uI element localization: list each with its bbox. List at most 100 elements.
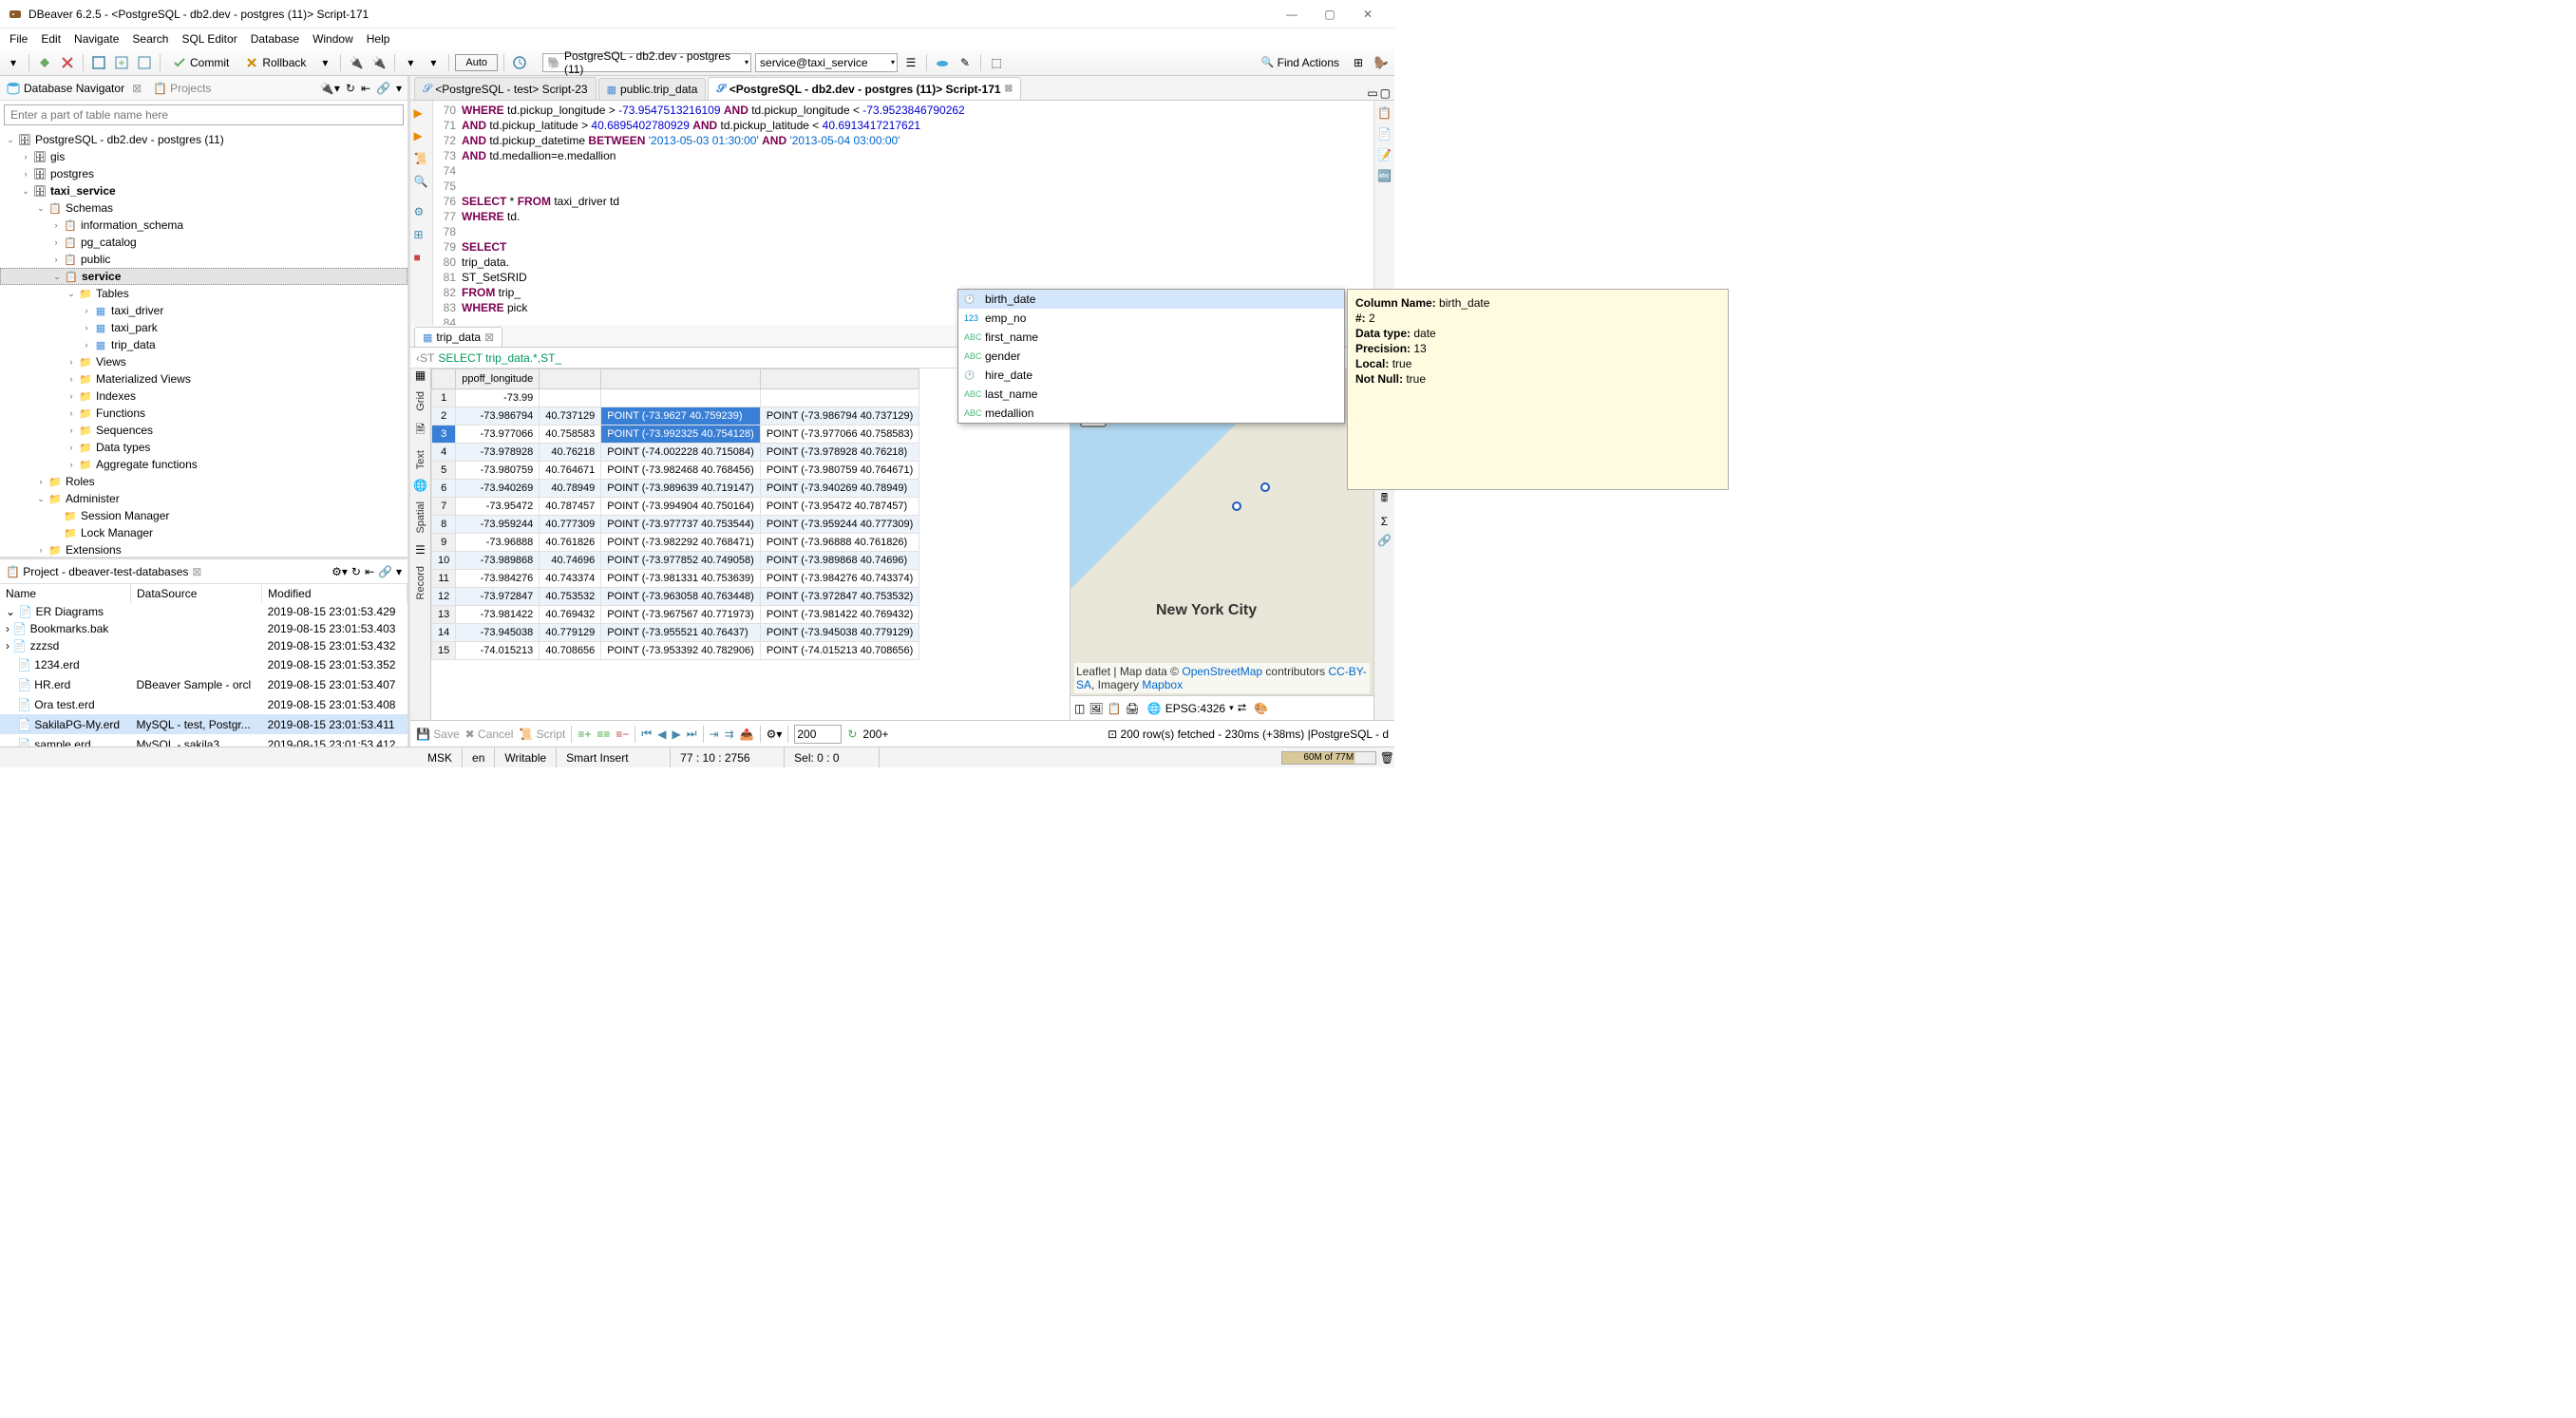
project-menu-icon[interactable]: ▾ bbox=[396, 565, 402, 578]
panel-groupby-icon[interactable]: Σ bbox=[1381, 515, 1388, 528]
tree-node[interactable]: ›Views bbox=[0, 353, 407, 370]
project-config-icon[interactable]: ⚙▾ bbox=[331, 565, 348, 578]
tree-node[interactable]: Session Manager bbox=[0, 507, 407, 524]
project-row[interactable]: 📄 1234.erd2019-08-15 23:01:53.352 bbox=[0, 654, 407, 674]
execute-new-tab-icon[interactable]: ▶ bbox=[414, 129, 429, 144]
script-button[interactable]: 📜 Script bbox=[519, 728, 565, 741]
grid-row[interactable]: 7-73.9547240.787457POINT (-73.994904 40.… bbox=[432, 498, 919, 516]
map-epsg-label[interactable]: EPSG:4326 bbox=[1165, 702, 1225, 715]
tree-node[interactable]: ›public bbox=[0, 251, 407, 268]
add-row-icon[interactable]: ≡+ bbox=[578, 728, 591, 741]
nav-filter-input[interactable] bbox=[4, 104, 404, 125]
execute-script-icon[interactable]: 📜 bbox=[414, 152, 429, 167]
col-datasource[interactable]: DataSource bbox=[131, 584, 262, 603]
project-tab[interactable]: 📋 Project - dbeaver-test-databases bbox=[6, 565, 188, 578]
tree-node[interactable]: ⌄Tables bbox=[0, 285, 407, 302]
map-print-icon[interactable]: 🖨 bbox=[1126, 702, 1140, 715]
disconnect-icon[interactable] bbox=[58, 53, 77, 72]
grid-row[interactable]: 14-73.94503840.779129POINT (-73.955521 4… bbox=[432, 624, 919, 642]
log-icon[interactable]: 📝 bbox=[1377, 148, 1392, 161]
grid-row[interactable]: 11-73.98427640.743374POINT (-73.981331 4… bbox=[432, 570, 919, 588]
autocomplete-item[interactable]: ABCmedallion bbox=[958, 404, 1344, 423]
nav-add-icon[interactable]: 🔌▾ bbox=[320, 82, 340, 95]
editor-tab-0[interactable]: <PostgreSQL - test> Script-23 bbox=[414, 77, 597, 100]
map-color-icon[interactable]: 🎨 bbox=[1254, 702, 1268, 715]
export-icon[interactable]: 📤 bbox=[740, 728, 754, 741]
save-button[interactable]: 💾 Save bbox=[416, 728, 460, 741]
tree-node[interactable]: ⌄taxi_service bbox=[0, 182, 407, 199]
projects-tab[interactable]: 📋 Projects bbox=[147, 82, 217, 95]
sql-new-icon[interactable]: + bbox=[112, 53, 131, 72]
tab-min-icon[interactable]: ▭ bbox=[1367, 86, 1377, 100]
project-row[interactable]: ⌄ 📄 ER Diagrams2019-08-15 23:01:53.429 bbox=[0, 603, 407, 620]
menu-file[interactable]: File bbox=[4, 30, 33, 47]
config-menu-icon[interactable]: ⚙▾ bbox=[767, 728, 783, 741]
heap-bar[interactable]: 60M of 77M bbox=[1281, 751, 1376, 765]
map-flip-icon[interactable]: ⮂ bbox=[1238, 701, 1247, 715]
col-modified[interactable]: Modified bbox=[262, 584, 407, 603]
menu-database[interactable]: Database bbox=[245, 30, 305, 47]
schema-combo[interactable]: service@taxi_service bbox=[755, 53, 898, 72]
tree-node[interactable]: ›Sequences bbox=[0, 422, 407, 439]
panel-refs-icon[interactable]: 🔗 bbox=[1377, 534, 1392, 547]
gc-icon[interactable]: 🗑 bbox=[1380, 751, 1394, 765]
tree-node[interactable]: ›pg_catalog bbox=[0, 234, 407, 251]
history-icon[interactable]: ▾ bbox=[424, 53, 443, 72]
autocomplete-item[interactable]: 123emp_no bbox=[958, 309, 1344, 328]
map-image-icon[interactable]: 🖼 bbox=[1089, 702, 1103, 715]
dbeaver-perspective-icon[interactable]: 🦫 bbox=[1372, 53, 1391, 72]
map-copy-icon[interactable]: 📋 bbox=[1108, 702, 1122, 715]
execute-icon[interactable]: ▶ bbox=[414, 106, 429, 122]
cancel-button[interactable]: ✖ Cancel bbox=[465, 728, 514, 741]
mapbox-link[interactable]: Mapbox bbox=[1142, 678, 1183, 691]
stop-icon[interactable]: ■ bbox=[414, 251, 429, 266]
autocomplete-popup[interactable]: 🕐birth_date123emp_noABCfirst_nameABCgend… bbox=[957, 289, 1345, 424]
grid-row[interactable]: 9-73.9688840.761826POINT (-73.982292 40.… bbox=[432, 534, 919, 552]
grid-row[interactable]: 1-73.99 bbox=[432, 389, 919, 407]
map-layers-icon[interactable]: ◫ bbox=[1074, 702, 1085, 715]
grid-row[interactable]: 3-73.97706640.758583POINT (-73.992325 40… bbox=[432, 425, 919, 444]
record-tab-icon[interactable]: ☰ bbox=[415, 543, 426, 557]
tab-max-icon[interactable]: ▢ bbox=[1380, 86, 1391, 100]
spatial-tab-icon[interactable]: 🌐 bbox=[413, 479, 427, 492]
project-table[interactable]: Name DataSource Modified ⌄ 📄 ER Diagrams… bbox=[0, 584, 407, 747]
first-icon[interactable]: ⏮ bbox=[641, 727, 652, 741]
database-tree[interactable]: ⌄PostgreSQL - db2.dev - postgres (11)›gi… bbox=[0, 129, 407, 557]
project-collapse-icon[interactable]: ⇤ bbox=[365, 565, 374, 578]
tree-node[interactable]: ›trip_data bbox=[0, 336, 407, 353]
tab-close-icon[interactable]: ⊠ bbox=[1005, 84, 1013, 94]
grid-row[interactable]: 15-74.01521340.708656POINT (-73.953392 4… bbox=[432, 642, 919, 660]
tx-dropdown-icon[interactable]: ▾ bbox=[315, 53, 334, 72]
next-icon[interactable]: ▶ bbox=[672, 728, 680, 741]
autocomplete-item[interactable]: 🕐hire_date bbox=[958, 366, 1344, 385]
autocomplete-item[interactable]: ABCgender bbox=[958, 347, 1344, 366]
record-tab[interactable]: Record bbox=[415, 566, 426, 599]
commit-button[interactable]: Commit bbox=[166, 53, 235, 72]
tree-node[interactable]: ›Roles bbox=[0, 473, 407, 490]
nav-collapse-icon[interactable]: ⇤ bbox=[361, 82, 370, 95]
project-refresh-icon[interactable]: ↻ bbox=[351, 565, 361, 578]
nav-close-icon[interactable]: ⊠ bbox=[132, 82, 142, 95]
grid-row[interactable]: 6-73.94026940.78949POINT (-73.989639 40.… bbox=[432, 480, 919, 498]
menu-search[interactable]: Search bbox=[126, 30, 174, 47]
grid-row[interactable]: 5-73.98075940.764671POINT (-73.982468 40… bbox=[432, 462, 919, 480]
grid-tab[interactable]: Grid bbox=[415, 391, 426, 411]
project-close-icon[interactable]: ⊠ bbox=[192, 565, 201, 578]
grid-row[interactable]: 4-73.97892840.76218POINT (-74.002228 40.… bbox=[432, 444, 919, 462]
project-row[interactable]: › 📄 zzzsd2019-08-15 23:01:53.432 bbox=[0, 637, 407, 654]
editor-tab-1[interactable]: public.trip_data bbox=[598, 78, 707, 100]
project-row[interactable]: 📄 SakilaPG-My.erdMySQL - test, Postgr...… bbox=[0, 714, 407, 734]
autocomplete-item[interactable]: ABClast_name bbox=[958, 385, 1344, 404]
map-epsg-icon[interactable]: 🌐 bbox=[1147, 702, 1162, 715]
new-dropdown-icon[interactable]: ▾ bbox=[4, 53, 23, 72]
tree-node[interactable]: ›taxi_driver bbox=[0, 302, 407, 319]
prev-icon[interactable]: ◀ bbox=[657, 728, 666, 741]
outline-icon[interactable]: 📋 bbox=[1377, 106, 1392, 120]
perspective-icon[interactable]: ⬚ bbox=[987, 53, 1006, 72]
project-row[interactable]: › 📄 Bookmarks.bak2019-08-15 23:01:53.403 bbox=[0, 620, 407, 637]
nav-refresh-icon[interactable]: ↻ bbox=[346, 82, 355, 95]
tree-node[interactable]: ›Indexes bbox=[0, 388, 407, 405]
project-row[interactable]: 📄 Ora test.erd2019-08-15 23:01:53.408 bbox=[0, 694, 407, 714]
tree-node[interactable]: ⌄service bbox=[0, 268, 407, 285]
config-icon[interactable]: ⚙ bbox=[414, 205, 429, 220]
